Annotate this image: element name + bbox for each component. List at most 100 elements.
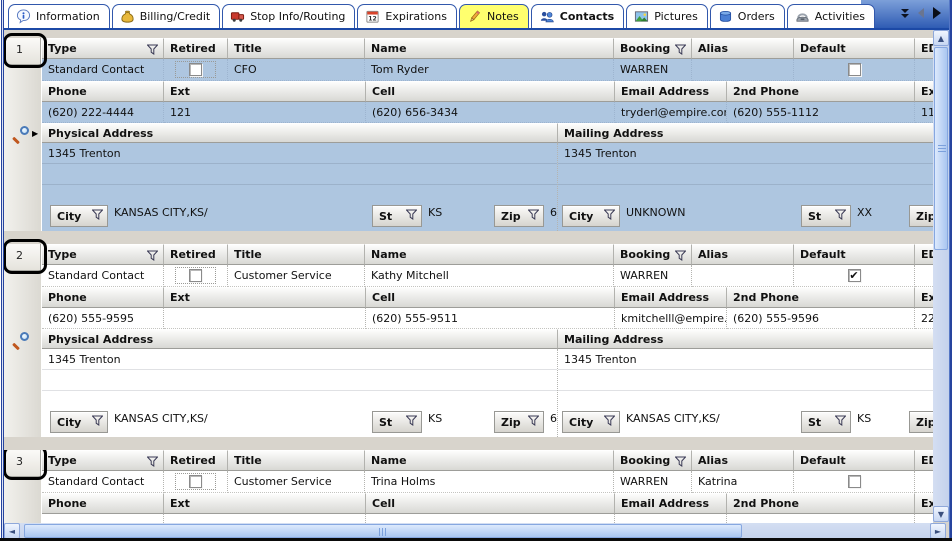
- record-number[interactable]: 2: [5, 244, 41, 271]
- column-header-retired[interactable]: Retired: [164, 244, 228, 265]
- column-header-ex[interactable]: Ex: [915, 81, 933, 102]
- physical-zip-value[interactable]: 6: [550, 206, 557, 219]
- mailing-state-value[interactable]: XX: [857, 206, 909, 219]
- column-header-ed[interactable]: ED: [915, 450, 933, 471]
- physical-address-value[interactable]: 1345 Trenton: [42, 143, 557, 160]
- mailing-city-value[interactable]: UNKNOWN: [626, 206, 801, 219]
- column-header-alias[interactable]: Alias: [692, 38, 794, 59]
- cell-2nd-phone[interactable]: (620) 555-1112: [727, 102, 915, 123]
- filter-funnel-icon[interactable]: [675, 44, 686, 58]
- filter-funnel-icon[interactable]: [675, 456, 686, 470]
- column-header-phone[interactable]: Phone: [42, 287, 164, 308]
- column-header-alias[interactable]: Alias: [692, 450, 794, 471]
- cell-alias[interactable]: [692, 59, 794, 81]
- column-header-retired[interactable]: Retired: [164, 38, 228, 59]
- column-header-ext[interactable]: Ext: [164, 81, 366, 102]
- column-header-2nd-phone[interactable]: 2nd Phone: [727, 81, 915, 102]
- column-header-phone[interactable]: Phone: [42, 493, 164, 514]
- column-header-name[interactable]: Name: [365, 450, 614, 471]
- column-header-default[interactable]: Default: [794, 450, 915, 471]
- zip-filter-button[interactable]: Zip: [494, 205, 544, 227]
- state-filter-button[interactable]: St: [801, 205, 851, 227]
- physical-address-value[interactable]: 1345 Trenton: [42, 349, 557, 366]
- column-header-cell[interactable]: Cell: [366, 81, 615, 102]
- cell-ext[interactable]: 121: [164, 102, 366, 123]
- zip-filter-button[interactable]: Zip: [494, 411, 544, 433]
- filter-funnel-icon[interactable]: [147, 44, 158, 58]
- city-filter-button[interactable]: City: [50, 411, 108, 433]
- cell-type[interactable]: Standard Contact: [42, 471, 164, 493]
- tab-information[interactable]: Information: [8, 4, 110, 28]
- city-filter-button[interactable]: City: [562, 205, 620, 227]
- physical-state-value[interactable]: KS: [428, 206, 494, 219]
- cell-ext[interactable]: [164, 308, 366, 329]
- tab-list-menu-icon[interactable]: [901, 9, 909, 18]
- cell-phone[interactable]: [42, 514, 164, 523]
- column-header-physical-address[interactable]: Physical Address: [42, 329, 558, 349]
- cell-booking[interactable]: WARREN: [614, 471, 692, 493]
- column-header-phone[interactable]: Phone: [42, 81, 164, 102]
- column-header-retired[interactable]: Retired: [164, 450, 228, 471]
- scroll-down-button[interactable]: ▼: [933, 506, 949, 522]
- record-number[interactable]: 3: [5, 450, 41, 477]
- physical-state-value[interactable]: KS: [428, 412, 494, 425]
- mailing-state-value[interactable]: KS: [857, 412, 909, 425]
- cell-email[interactable]: tryderl@empire.com: [615, 102, 727, 123]
- tab-billing-credit[interactable]: Billing/Credit: [112, 4, 221, 28]
- city-filter-button[interactable]: City: [562, 411, 620, 433]
- default-checkbox[interactable]: [848, 63, 861, 76]
- vertical-scrollbar-thumb[interactable]: [934, 47, 948, 250]
- cell-email[interactable]: [615, 514, 727, 523]
- column-header-name[interactable]: Name: [365, 244, 614, 265]
- state-filter-button[interactable]: St: [801, 411, 851, 433]
- retired-checkbox[interactable]: [189, 63, 202, 76]
- column-header-type[interactable]: Type: [42, 244, 164, 265]
- column-header-email[interactable]: Email Address: [615, 493, 727, 514]
- column-header-type[interactable]: Type: [42, 450, 164, 471]
- cell-title[interactable]: CFO: [228, 59, 365, 81]
- column-header-title[interactable]: Title: [228, 244, 365, 265]
- filter-funnel-icon[interactable]: [147, 250, 158, 264]
- cell-cell[interactable]: (620) 656-3434: [366, 102, 615, 123]
- cell-title[interactable]: Customer Service: [228, 471, 365, 493]
- city-filter-button[interactable]: City: [50, 205, 108, 227]
- scroll-up-button[interactable]: ▲: [933, 30, 949, 46]
- mailing-address-value[interactable]: 1345 Trenton: [558, 143, 933, 160]
- column-header-email[interactable]: Email Address: [615, 287, 727, 308]
- expand-arrow-icon[interactable]: ▶: [32, 129, 38, 138]
- filter-funnel-icon[interactable]: [147, 456, 158, 470]
- cell-booking[interactable]: WARREN: [614, 59, 692, 81]
- column-header-ext[interactable]: Ext: [164, 287, 366, 308]
- column-header-email[interactable]: Email Address: [615, 81, 727, 102]
- column-header-cell[interactable]: Cell: [366, 287, 615, 308]
- column-header-2nd-phone[interactable]: 2nd Phone: [727, 493, 915, 514]
- cell-booking[interactable]: WARREN: [614, 265, 692, 287]
- vertical-scrollbar[interactable]: ▲ ▼: [933, 30, 949, 522]
- column-header-name[interactable]: Name: [365, 38, 614, 59]
- tab-orders[interactable]: Orders: [710, 4, 785, 28]
- cell-type[interactable]: Standard Contact: [42, 59, 164, 81]
- tab-expirations[interactable]: 12 Expirations: [357, 4, 457, 28]
- horizontal-scrollbar-thumb[interactable]: [24, 524, 742, 538]
- column-header-2nd-phone[interactable]: 2nd Phone: [727, 287, 915, 308]
- filter-funnel-icon[interactable]: [675, 250, 686, 264]
- cell-cell[interactable]: [366, 514, 615, 523]
- cell-ed[interactable]: [915, 59, 933, 81]
- cell-name[interactable]: Tom Ryder: [365, 59, 614, 81]
- column-header-booking[interactable]: Booking: [614, 450, 692, 471]
- cell-ext[interactable]: [164, 514, 366, 523]
- column-header-default[interactable]: Default: [794, 38, 915, 59]
- cell-ex[interactable]: 11: [915, 102, 933, 123]
- physical-city-value[interactable]: KANSAS CITY,KS/: [114, 412, 372, 425]
- column-header-alias[interactable]: Alias: [692, 244, 794, 265]
- column-header-ed[interactable]: ED: [915, 244, 933, 265]
- cell-phone[interactable]: (620) 222-4444: [42, 102, 164, 123]
- tab-pictures[interactable]: Pictures: [626, 4, 708, 28]
- column-header-ex[interactable]: Ex: [915, 493, 933, 514]
- column-header-cell[interactable]: Cell: [366, 493, 615, 514]
- default-checkbox[interactable]: [848, 475, 861, 488]
- cell-name[interactable]: Kathy Mitchell: [365, 265, 614, 287]
- cell-cell[interactable]: (620) 555-9511: [366, 308, 615, 329]
- state-filter-button[interactable]: St: [372, 411, 422, 433]
- column-header-default[interactable]: Default: [794, 244, 915, 265]
